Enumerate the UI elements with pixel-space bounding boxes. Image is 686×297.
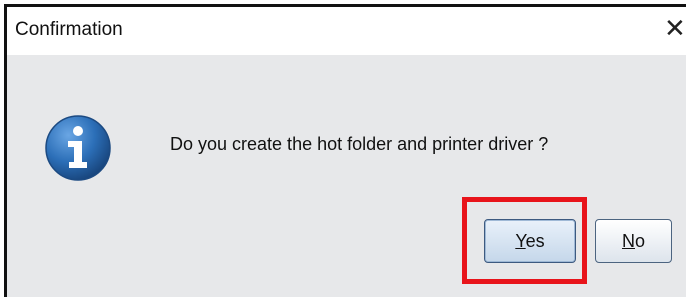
info-icon (45, 115, 111, 181)
no-button[interactable]: No (595, 219, 672, 263)
confirmation-dialog: Confirmation ✕ Do you create the hot fol… (4, 4, 686, 297)
yes-label-rest: es (525, 230, 545, 251)
close-icon[interactable]: ✕ (664, 16, 686, 42)
no-mnemonic: N (621, 230, 635, 251)
title-bar: Confirmation ✕ (7, 7, 686, 55)
no-label-rest: o (634, 230, 645, 251)
confirmation-message: Do you create the hot folder and printer… (170, 134, 549, 154)
dialog-title: Confirmation (15, 19, 123, 40)
yes-mnemonic: Y (515, 230, 526, 251)
yes-button[interactable]: Yes (484, 219, 576, 263)
dialog-content: Do you create the hot folder and printer… (7, 55, 686, 297)
